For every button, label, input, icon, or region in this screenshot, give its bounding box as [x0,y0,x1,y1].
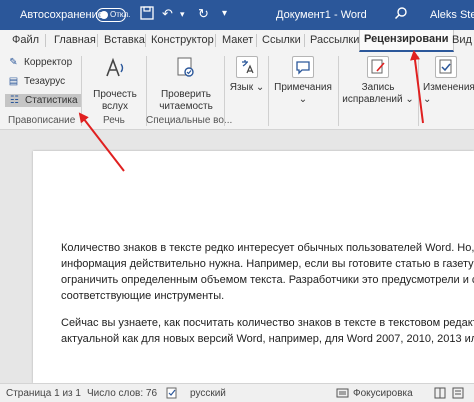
tab-view[interactable]: Вид [452,34,472,46]
undo-icon[interactable]: ↶ [162,6,173,22]
statistics-label: Статистика [25,95,78,106]
tab-references[interactable]: Ссылки [262,34,301,46]
group-label-speech: Речь [103,115,125,126]
track-changes-text: исправлений [342,94,403,105]
paragraph-line: Сейчас вы узнаете, как посчитать количес… [61,317,474,329]
changes-label: Изменения ⌄ [421,82,474,106]
changes-button[interactable]: Изменения ⌄ [421,56,474,106]
chevron-down-icon: ⌄ [298,94,308,105]
tab-design[interactable]: Конструктор [151,34,214,46]
check-accessibility-label-2: читаемость [159,101,213,112]
group-divider [338,56,339,126]
language-icon [236,56,258,78]
ribbon-tabs: Файл Главная Вставка Конструктор Макет С… [0,30,474,52]
language-status[interactable]: русский [190,388,226,399]
document-page[interactable]: Количество знаков в тексте редко интерес… [33,151,474,383]
group-label-accessibility: Специальные во... [146,115,233,126]
changes-text: Изменения [423,82,474,93]
accessibility-icon [152,56,220,86]
paragraph-line: информация действительно нужна. Например… [61,258,474,270]
language-button[interactable]: Язык ⌄ [228,56,266,94]
check-accessibility-label-1: Проверить [160,89,211,100]
comments-label: Примечания ⌄ [271,82,335,106]
language-text: Язык [229,82,254,93]
autosave-toggle[interactable]: Откл. [96,8,130,22]
user-name[interactable]: Aleks Step [430,9,474,21]
tab-file[interactable]: Файл [12,34,39,46]
tab-insert[interactable]: Вставка [104,34,145,46]
paragraph-2[interactable]: Сейчас вы узнаете, как посчитать количес… [61,315,474,347]
group-divider [268,56,269,126]
track-changes-icon [367,56,389,78]
word-count-button[interactable]: ☷ Статистика [5,94,81,107]
print-layout-icon[interactable] [452,387,464,402]
changes-icon [435,56,457,78]
focus-icon[interactable] [336,387,349,402]
chevron-down-icon: ⌄ [423,94,432,105]
track-changes-label-1: Запись [361,82,395,93]
tab-divider [256,34,257,47]
tab-divider [45,34,46,47]
document-title: Документ1 - Word [276,9,367,21]
thesaurus-label: Тезаурус [24,76,66,87]
page-count[interactable]: Страница 1 из 1 [6,388,81,399]
toggle-knob [100,11,108,19]
read-aloud-label-2: вслух [101,101,129,112]
track-changes-label-2: исправлений ⌄ [341,94,415,106]
spellcheck-icon: ✎ [9,57,18,68]
autosave-state: Откл. [110,10,131,19]
group-label-proofing: Правописание [8,115,76,126]
comments-button[interactable]: Примечания ⌄ [271,56,335,106]
paragraph-1[interactable]: Количество знаков в тексте редко интерес… [61,240,474,304]
autosave-label: Автосохранение [20,9,104,21]
status-bar: Страница 1 из 1 Число слов: 76 русский Ф… [0,383,474,402]
focus-mode[interactable]: Фокусировка [353,388,413,399]
statistics-icon: ☷ [10,95,19,106]
track-changes-button[interactable]: Запись исправлений ⌄ [341,56,415,106]
spelling-label: Корректор [24,57,73,68]
proofing-status-icon[interactable] [166,387,179,402]
spelling-button[interactable]: ✎ Корректор [7,57,72,68]
paragraph-line: Количество знаков в тексте редко интерес… [61,242,474,254]
read-mode-icon[interactable] [434,387,446,402]
check-accessibility-button[interactable]: Проверить читаемость [152,56,220,113]
language-label: Язык ⌄ [228,82,266,94]
word-count[interactable]: Число слов: 76 [87,388,157,399]
read-aloud-label-1: Прочесть [93,89,137,100]
tab-layout[interactable]: Макет [222,34,253,46]
paragraph-line: соответствующие инструменты. [61,290,225,302]
paragraph-line: ограничить определенным объемом текста. … [61,274,474,286]
tab-home[interactable]: Главная [54,34,96,46]
tab-mailings[interactable]: Рассылки [310,34,359,46]
comments-text: Примечания [274,82,332,93]
customize-toolbar-icon[interactable]: ▾ [222,6,227,22]
tab-divider [97,34,98,47]
thesaurus-icon: ▤ [8,76,19,87]
group-divider [224,56,225,126]
group-divider [418,56,419,126]
read-aloud-icon [86,56,144,86]
tab-divider [145,34,146,47]
tab-divider [304,34,305,47]
chevron-down-icon: ⌄ [402,94,414,105]
chevron-down-icon: ⌄ [253,82,265,93]
save-icon[interactable] [140,6,154,24]
tab-review[interactable]: Рецензировани [359,30,454,52]
document-area: Количество знаков в тексте редко интерес… [0,130,474,383]
read-aloud-button[interactable]: Прочесть вслух [86,56,144,113]
title-bar: Автосохранение Откл. ↶ ▾ ↻ ▾ Документ1 -… [0,0,474,30]
ribbon-review: ✎ Корректор ▤ Тезаурус ☷ Статистика Правопи… [0,52,474,130]
comment-icon [292,56,314,78]
undo-dropdown-icon[interactable]: ▾ [180,6,185,22]
thesaurus-button[interactable]: ▤ Тезаурус [7,76,65,87]
tab-divider [215,34,216,47]
group-divider [81,56,82,126]
redo-icon[interactable]: ↻ [198,6,209,22]
paragraph-line: актуальной как для новых версий Word, на… [61,333,474,345]
search-icon[interactable] [394,6,408,24]
